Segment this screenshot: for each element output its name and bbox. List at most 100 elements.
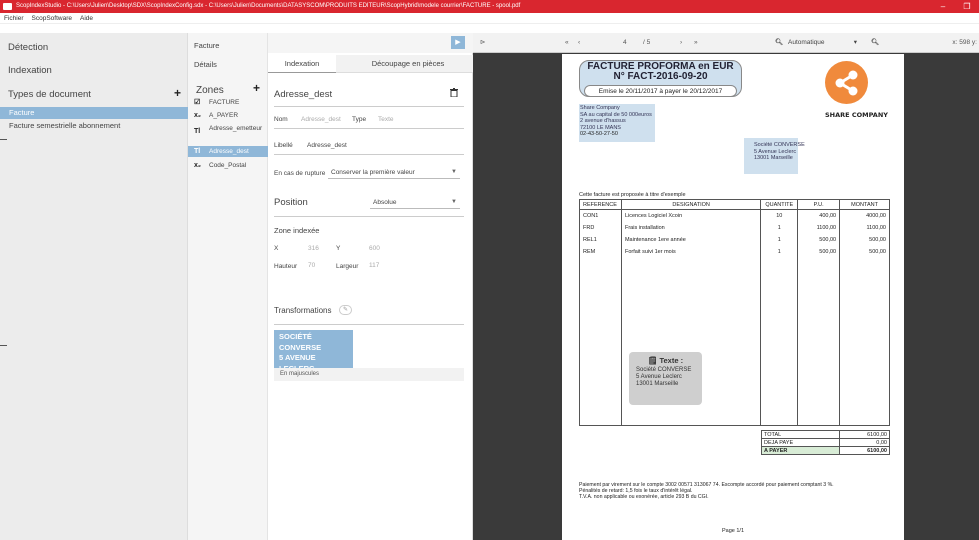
cell-quantite: 10 [760, 209, 799, 222]
sidebar-toggle-icon[interactable]: ⊳ [480, 33, 485, 53]
cell-montant: 500,00 [839, 245, 890, 258]
zone-item-code-postal[interactable]: x₂ Code_Postal [188, 160, 268, 171]
first-page-icon[interactable]: « [565, 33, 569, 53]
facture-dates: Emise le 20/11/2017 à payer le 20/12/201… [584, 85, 737, 97]
logo-text: SHARE COMPANY [825, 111, 888, 119]
tab-indexation[interactable]: Indexation [268, 55, 336, 73]
cell-quantite: 1 [760, 245, 799, 258]
totals-table: TOTAL 6100,00 DEJA PAYE 0,00 A PAYER 610… [760, 430, 890, 455]
zone-label: FACTURE [209, 99, 240, 106]
a-payer-label[interactable]: A PAYER [760, 446, 841, 455]
x-input[interactable]: 316 [308, 245, 319, 252]
terms-line: T.V.A. non applicable ou exonérée, artic… [579, 494, 709, 501]
prev-page-icon[interactable]: ‹ [578, 33, 580, 53]
menu-scopsoftware[interactable]: ScopSoftware [32, 13, 72, 23]
zone-item-adresse-dest[interactable]: Tl Adresse_dest [188, 146, 268, 157]
zoom-select[interactable]: Automatique ▾ [785, 37, 860, 49]
column-header: QUANTITE [760, 199, 799, 210]
zone-item-adresse-emetteur[interactable]: Tl Adresse_emetteur [188, 122, 268, 144]
zone-indexee-title: Zone indexée [274, 226, 320, 235]
libelle-label: Libellé [274, 142, 293, 149]
dest-address: Société CONVERSE 5 Avenue Leclerc 13001 … [754, 142, 805, 162]
nav-types-document[interactable]: Types de document [8, 89, 91, 100]
next-page-icon[interactable]: › [680, 33, 682, 53]
column-header: REFERENCE [579, 199, 622, 210]
total-value: 6100,00 [839, 430, 890, 439]
cell-montant: 500,00 [839, 233, 890, 246]
tooltip-title: 🗒︎ Texte : [636, 356, 695, 365]
edit-icon[interactable]: ✎ [339, 305, 352, 315]
rupture-select[interactable]: Conserver la première valeur ▼ [328, 166, 460, 179]
page-number-input[interactable]: 4 [623, 33, 627, 53]
position-title: Position [274, 197, 308, 208]
zone-label: Code_Postal [209, 162, 247, 169]
filler-cell [797, 257, 841, 426]
add-type-button[interactable]: + [174, 86, 181, 100]
nom-input[interactable]: Adresse_dest [301, 116, 341, 123]
breadcrumb-details[interactable]: Détails [194, 60, 217, 69]
numeric-icon: x₂ [194, 162, 202, 169]
cell-designation: Forfait suivi 1er mois [620, 245, 762, 258]
menu-bar: Fichier ScopSoftware Aide [0, 13, 979, 24]
cell-designation: Maintenance 1ere année [620, 233, 762, 246]
cell-pu: 500,00 [797, 233, 841, 246]
zone-label: A_PAYER [209, 112, 239, 119]
table-filler-row [579, 257, 890, 426]
splitter-mark [0, 139, 7, 140]
cell-designation: Frais installation [620, 221, 762, 234]
deja-paye-row: DEJA PAYE 0,00 [760, 438, 890, 447]
properties-panel: ▶ Indexation Découpage en pièces Adresse… [268, 33, 473, 540]
hauteur-input[interactable]: 70 [308, 262, 315, 269]
zone-tooltip: 🗒︎ Texte : Société CONVERSE 5 Avenue Lec… [629, 352, 702, 405]
share-icon [835, 70, 858, 96]
share-logo [825, 61, 868, 104]
table-row: FRD Frais installation 1 1100,00 1100,00 [579, 221, 890, 234]
tab-decoupage[interactable]: Découpage en pièces [358, 55, 458, 73]
position-select[interactable]: Absolue ▼ [370, 196, 460, 209]
page-number: Page 1/1 [721, 528, 745, 534]
window-controls: – ❐ [931, 0, 979, 13]
nav-subitem-facture[interactable]: Facture [0, 107, 188, 119]
add-zone-button[interactable]: + [253, 81, 260, 95]
zoom-out-icon[interactable]: 🔍︎ [775, 33, 783, 53]
zone-item-a-payer[interactable]: x₂ A_PAYER [188, 110, 268, 121]
play-button[interactable]: ▶ [451, 36, 465, 49]
type-input[interactable]: Texte [378, 116, 394, 123]
libelle-input[interactable]: Adresse_dest [307, 142, 347, 149]
filler-cell [839, 257, 890, 426]
nav-subitem-facture-semestrielle[interactable]: Facture semestrielle abonnement [0, 120, 188, 132]
total-row: TOTAL 6100,00 [760, 430, 890, 439]
zones-title: Zones [196, 85, 224, 96]
breadcrumb-facture[interactable]: Facture [194, 41, 219, 50]
menu-aide[interactable]: Aide [80, 13, 93, 23]
zoom-in-icon[interactable]: 🔍︎ [871, 33, 879, 53]
position-select-value: Absolue [373, 199, 397, 206]
tooltip-title-text: Texte : [659, 356, 684, 365]
filler-cell [579, 257, 622, 426]
minimize-button[interactable]: – [931, 0, 955, 13]
menu-fichier[interactable]: Fichier [4, 13, 24, 23]
invoice-intro: Cette facture est proposée à titre d'exe… [579, 192, 686, 198]
largeur-label: Largeur [336, 263, 359, 270]
nav-indexation[interactable]: Indexation [8, 65, 52, 76]
transformation-item[interactable]: En majuscules [274, 368, 464, 381]
zone-item-facture[interactable]: ☑ FACTURE [188, 97, 268, 108]
last-page-icon[interactable]: » [694, 33, 698, 53]
sender-line: 02-43-50-27-50 [580, 131, 618, 137]
cell-ref: REL1 [579, 233, 622, 246]
largeur-input[interactable]: 117 [369, 262, 379, 269]
total-label: TOTAL [760, 430, 841, 439]
deja-paye-label: DEJA PAYE [760, 438, 841, 447]
cell-pu: 500,00 [797, 245, 841, 258]
nav-detection[interactable]: Détection [8, 42, 48, 53]
divider [274, 324, 464, 325]
cell-montant: 1100,00 [839, 221, 890, 234]
cell-montant: 4000,00 [839, 209, 890, 222]
y-input[interactable]: 600 [369, 245, 380, 252]
text-icon: Tl [194, 148, 201, 155]
restore-button[interactable]: ❐ [955, 0, 979, 13]
table-row: CON1 Licences Logiciel Xcoin 10 400,00 4… [579, 209, 890, 222]
trash-icon[interactable] [450, 88, 458, 97]
zones-panel: Facture Détails Zones + ☑ FACTURE x₂ A_P… [188, 33, 268, 540]
text-icon: Tl [194, 128, 201, 135]
